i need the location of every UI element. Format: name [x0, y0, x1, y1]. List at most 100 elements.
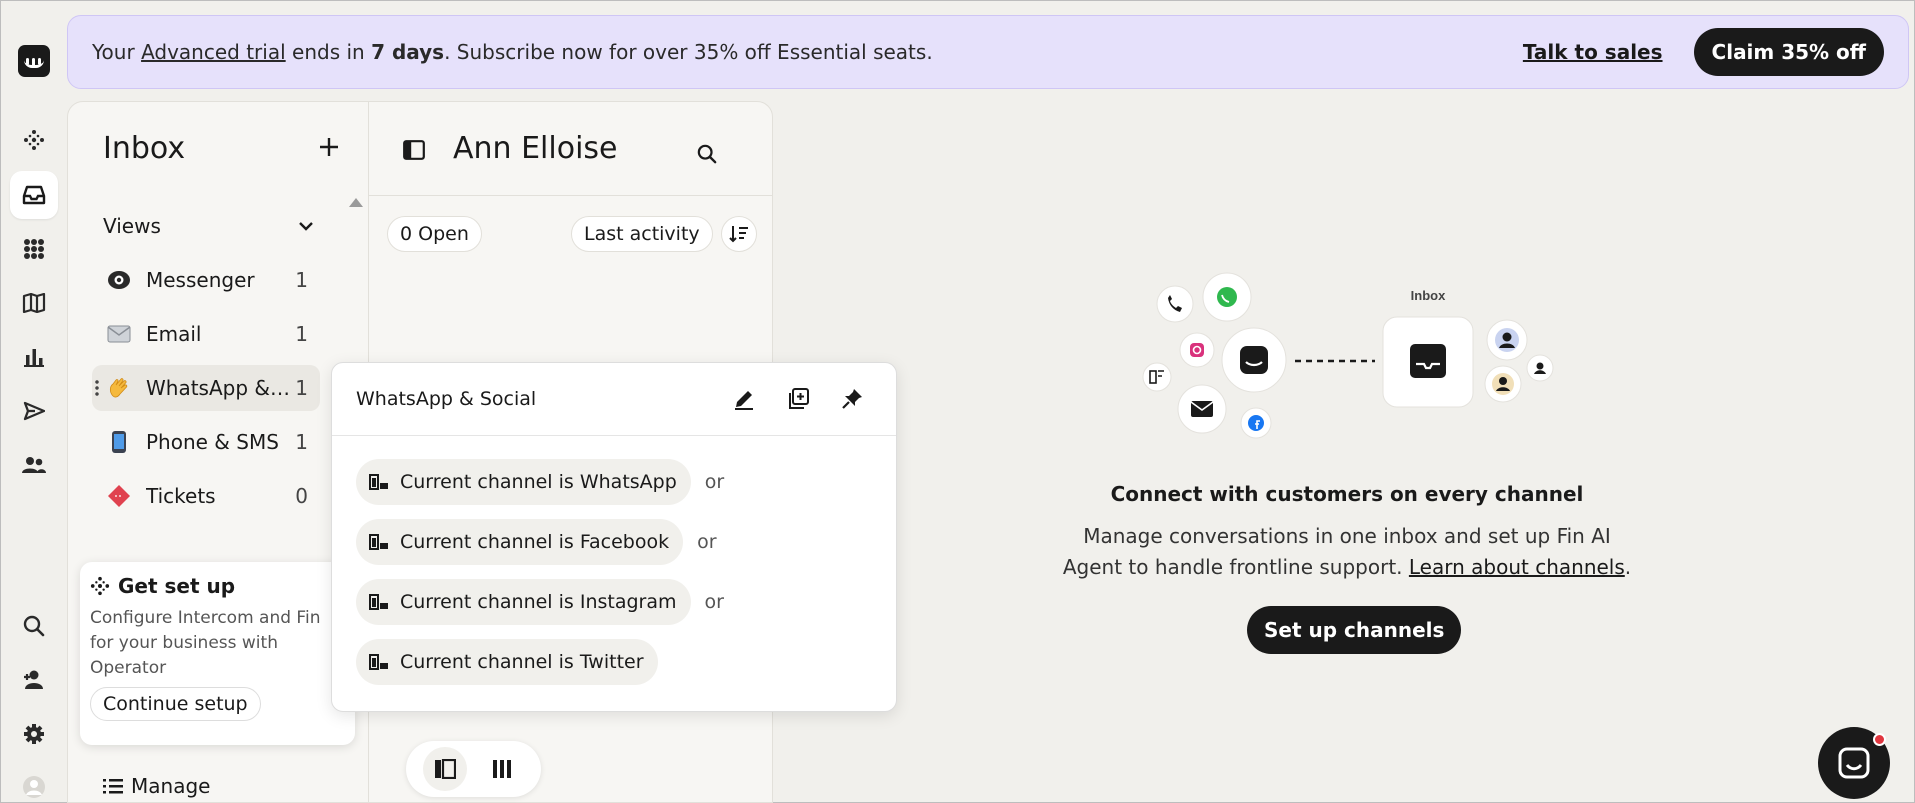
rule-condition[interactable]: Current channel is Instagram — [356, 579, 691, 625]
rule-facebook: Current channel is Facebook or — [356, 519, 717, 565]
search-icon[interactable] — [10, 602, 58, 650]
pin-view-button[interactable] — [832, 379, 872, 419]
sort-order-button[interactable] — [721, 216, 757, 252]
avatar-icon — [1526, 354, 1554, 382]
inbox-icon[interactable] — [10, 171, 58, 219]
manage-label: Manage — [131, 774, 211, 798]
rule-joiner: or — [697, 531, 717, 553]
whatsapp-channel-icon — [1202, 272, 1252, 322]
reports-icon[interactable] — [10, 333, 58, 381]
view-details-popover: WhatsApp & Social Current channel is Wha… — [331, 362, 897, 712]
empty-state-title: Connect with customers on every channel — [1110, 482, 1584, 506]
popover-title: WhatsApp & Social — [356, 388, 537, 410]
rule-text: Current channel is Facebook — [400, 531, 670, 553]
split-view-icon — [434, 759, 456, 779]
pencil-icon — [735, 391, 753, 410]
columns-icon — [493, 760, 512, 778]
trial-message: Your Advanced trial ends in 7 days. Subs… — [92, 40, 1523, 64]
open-filter-pill[interactable]: 0 Open — [387, 216, 482, 252]
desc-line-2: Agent to handle frontline support. Learn… — [1022, 552, 1672, 583]
view-label: Tickets — [146, 484, 216, 508]
banner-prefix: Your — [92, 40, 142, 64]
views-header[interactable]: Views — [103, 214, 313, 238]
rule-condition[interactable]: Current channel is WhatsApp — [356, 459, 691, 505]
view-item-whatsapp-social[interactable]: WhatsApp & S... 1 — [92, 365, 320, 411]
setup-title: Get set up — [90, 574, 345, 598]
search-conversations-button[interactable] — [689, 136, 725, 172]
wave-icon — [106, 376, 132, 400]
intercom-logo[interactable] — [18, 45, 50, 77]
setup-description: Configure Intercom and Fin for your busi… — [90, 608, 321, 678]
view-item-email[interactable]: Email 1 — [92, 311, 320, 357]
sidebar-icon — [403, 140, 425, 160]
talk-to-sales-link[interactable]: Talk to sales — [1523, 40, 1663, 64]
banner-suffix: . Subscribe now for over 35% off Essenti… — [444, 40, 933, 64]
continue-setup-button[interactable]: Continue setup — [90, 687, 261, 721]
rule-joiner: or — [704, 471, 725, 493]
rule-text: Current channel is WhatsApp — [400, 471, 677, 493]
duplicate-icon — [789, 388, 809, 409]
rule-twitter: Current channel is Twitter — [356, 639, 658, 685]
columns-layout-button[interactable] — [480, 747, 524, 791]
set-up-channels-button[interactable]: Set up channels — [1247, 606, 1462, 654]
rule-joiner: or — [704, 591, 724, 613]
rule-condition[interactable]: Current channel is Twitter — [356, 639, 658, 685]
email-icon — [106, 325, 132, 343]
messenger-launcher-button[interactable] — [1818, 727, 1890, 799]
chat-icon — [1838, 747, 1870, 779]
view-item-messenger[interactable]: Messenger 1 — [92, 257, 320, 303]
inbox-tile-icon — [1382, 316, 1474, 408]
layout-toggle — [406, 741, 541, 797]
view-label: Email — [146, 322, 202, 346]
desc-line-2-text: Agent to handle frontline support. — [1062, 555, 1409, 579]
drag-handle-icon[interactable] — [95, 379, 99, 397]
inbox-title: Inbox — [103, 131, 186, 166]
rule-whatsapp: Current channel is WhatsApp or — [356, 459, 724, 505]
claim-discount-button[interactable]: Claim 35% off — [1693, 28, 1884, 76]
trial-banner: Your Advanced trial ends in 7 days. Subs… — [67, 15, 1909, 89]
fin-icon — [90, 576, 110, 596]
phone-icon — [106, 430, 132, 454]
popover-header: WhatsApp & Social — [332, 363, 896, 436]
view-label: Messenger — [146, 268, 255, 292]
new-view-button[interactable] — [311, 132, 347, 166]
add-teammate-icon[interactable] — [10, 656, 58, 704]
settings-icon[interactable] — [10, 710, 58, 758]
sort-by-pill[interactable]: Last activity — [571, 216, 713, 252]
views-label: Views — [103, 214, 161, 238]
instagram-channel-icon — [1179, 332, 1215, 368]
view-count: 1 — [295, 268, 308, 292]
edit-view-button[interactable] — [724, 379, 764, 419]
notification-dot — [1873, 733, 1886, 746]
channels-illustration: Inbox — [1142, 272, 1554, 439]
view-label: WhatsApp & S... — [146, 376, 291, 400]
outbound-icon[interactable] — [10, 387, 58, 435]
apps-icon[interactable] — [10, 225, 58, 273]
knowledge-icon[interactable] — [10, 279, 58, 327]
form-channel-icon — [1142, 362, 1172, 392]
chevron-down-icon — [299, 221, 313, 231]
rule-condition[interactable]: Current channel is Facebook — [356, 519, 684, 565]
avatar-icon — [1486, 319, 1528, 361]
profile-icon[interactable] — [10, 763, 58, 803]
get-set-up-card: Get set up Configure Intercom and Fin fo… — [80, 562, 355, 745]
illustration-label: Inbox — [1411, 288, 1446, 303]
toggle-sidebar-button[interactable] — [403, 140, 425, 165]
manage-section[interactable]: Manage — [103, 774, 210, 798]
duplicate-view-button[interactable] — [778, 379, 818, 419]
scroll-up-arrow[interactable] — [349, 198, 363, 207]
list-layout-button[interactable] — [422, 747, 467, 791]
channel-icon — [368, 533, 390, 551]
channel-icon — [368, 653, 390, 671]
view-item-phone-sms[interactable]: Phone & SMS 1 — [92, 419, 320, 465]
rule-instagram: Current channel is Instagram or — [356, 579, 724, 625]
fin-icon[interactable] — [10, 116, 58, 164]
learn-about-channels-link[interactable]: Learn about channels — [1409, 555, 1625, 579]
messenger-icon — [106, 270, 132, 290]
contacts-icon[interactable] — [10, 441, 58, 489]
left-rail — [0, 0, 66, 803]
view-item-tickets[interactable]: Tickets 0 — [92, 473, 320, 519]
empty-state-description: Manage conversations in one inbox and se… — [1022, 521, 1672, 583]
header-divider — [369, 195, 772, 196]
advanced-trial-link[interactable]: Advanced trial — [141, 40, 286, 64]
